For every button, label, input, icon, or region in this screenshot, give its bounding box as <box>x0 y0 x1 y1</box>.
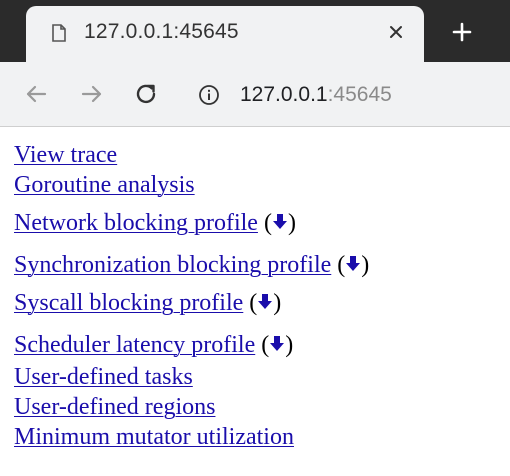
download-arrow-icon <box>272 214 287 229</box>
paren-close: ) <box>361 252 370 278</box>
paren-open: ( <box>261 332 270 358</box>
list-item: Synchronization blocking profile () <box>14 252 369 279</box>
list-item: Scheduler latency profile () <box>14 332 293 359</box>
address-bar[interactable]: 127.0.0.1:45645 <box>240 83 392 107</box>
list-item: View trace <box>14 142 117 169</box>
url-host: 127.0.0.1 <box>240 83 328 106</box>
list-item: Minimum mutator utilization <box>14 424 294 451</box>
browser-toolbar: 127.0.0.1:45645 <box>0 62 510 127</box>
paren-open: ( <box>337 252 346 278</box>
link-scheduler-latency-profile[interactable]: Scheduler latency profile <box>14 332 255 358</box>
info-icon[interactable] <box>198 84 220 106</box>
document-icon <box>52 24 66 42</box>
close-icon[interactable] <box>386 22 406 42</box>
paren-close: ) <box>287 210 296 236</box>
url-port: :45645 <box>327 83 392 106</box>
link-syscall-blocking-profile[interactable]: Syscall blocking profile <box>14 290 243 316</box>
paren-open: ( <box>263 210 272 236</box>
arrow-left-icon[interactable] <box>20 78 52 110</box>
list-item: User-defined tasks <box>14 364 193 391</box>
download-arrow-icon <box>346 256 361 271</box>
browser-tab[interactable]: 127.0.0.1:45645 <box>26 6 424 62</box>
link-user-defined-tasks[interactable]: User-defined tasks <box>14 364 193 390</box>
arrow-right-icon[interactable] <box>76 78 108 110</box>
list-item: Goroutine analysis <box>14 172 195 199</box>
plus-icon[interactable] <box>448 18 476 46</box>
download-arrow-icon <box>258 294 273 309</box>
list-item: User-defined regions <box>14 394 215 421</box>
paren-open: ( <box>249 290 258 316</box>
download-button-syscall[interactable] <box>257 290 273 317</box>
link-goroutine-analysis[interactable]: Goroutine analysis <box>14 172 195 198</box>
link-synchronization-blocking-profile[interactable]: Synchronization blocking profile <box>14 252 331 278</box>
link-network-blocking-profile[interactable]: Network blocking profile <box>14 210 258 236</box>
download-button-scheduler[interactable] <box>269 332 285 359</box>
download-button-synchronization[interactable] <box>345 252 361 279</box>
download-arrow-icon <box>270 336 285 351</box>
list-item: Syscall blocking profile () <box>14 290 281 317</box>
tab-strip: 127.0.0.1:45645 <box>0 0 510 62</box>
download-button-network[interactable] <box>272 210 288 237</box>
link-view-trace[interactable]: View trace <box>14 142 117 168</box>
link-user-defined-regions[interactable]: User-defined regions <box>14 394 215 420</box>
paren-close: ) <box>285 332 294 358</box>
link-minimum-mutator-utilization[interactable]: Minimum mutator utilization <box>14 424 294 450</box>
paren-close: ) <box>273 290 282 316</box>
list-item: Network blocking profile () <box>14 210 296 237</box>
tab-title: 127.0.0.1:45645 <box>84 20 239 43</box>
reload-icon[interactable] <box>130 78 162 110</box>
